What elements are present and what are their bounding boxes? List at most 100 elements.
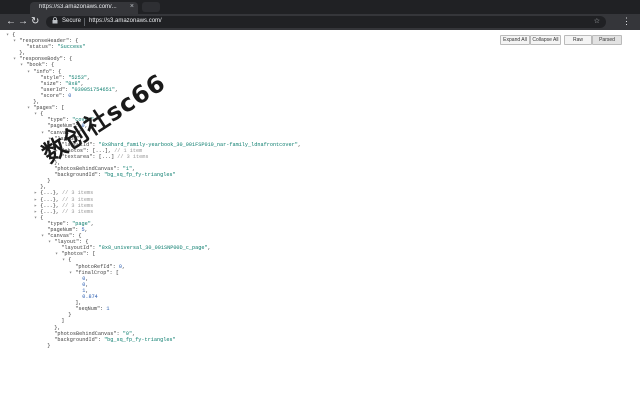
json-key: "layout" xyxy=(54,239,80,246)
json-comment: // 1 item xyxy=(114,147,143,154)
json-key: "layoutId" xyxy=(61,245,93,252)
json-comment: // 3 items xyxy=(62,190,94,197)
json-punctuation: {...}, xyxy=(40,208,63,215)
address-toolbar: ← → ↻ Secure https://s3.amazonaws.com/ ☆… xyxy=(0,14,640,30)
json-punctuation: , xyxy=(132,330,136,337)
json-punctuation: ] xyxy=(61,318,65,325)
json-punctuation: , xyxy=(80,80,84,87)
json-key: "photoRefId" xyxy=(75,263,113,270)
json-punctuation: , xyxy=(297,141,301,148)
raw-view-button[interactable]: Raw xyxy=(564,35,592,45)
json-punctuation: }, xyxy=(40,184,47,191)
json-key: "style" xyxy=(40,74,63,81)
json-comment: // 3 items xyxy=(62,196,94,203)
json-key: "backgroundId" xyxy=(54,172,98,179)
json-punctuation: { xyxy=(12,32,16,38)
json-punctuation: : [...], xyxy=(86,147,115,154)
reload-icon[interactable]: ↻ xyxy=(31,16,39,28)
parsed-view-button[interactable]: Parsed xyxy=(592,35,622,45)
json-string-value: "8x8hard_family-yearbook_30_001FSP010_na… xyxy=(98,141,298,148)
json-punctuation: : { xyxy=(79,239,89,246)
json-number-value: 0 xyxy=(68,92,72,99)
json-string-value: "8x8_universal_30_001SNP00D_c_page" xyxy=(98,245,208,252)
json-key: "responseHeader" xyxy=(19,38,70,45)
json-punctuation: : [...] xyxy=(92,153,118,160)
back-arrow-icon[interactable]: ← xyxy=(6,16,16,28)
json-punctuation: : [ xyxy=(109,269,119,276)
json-key: "userId" xyxy=(40,86,66,93)
browser-tab[interactable]: https://s3.amazonaws.com/... × xyxy=(30,2,138,14)
json-key: "canvas" xyxy=(47,233,73,240)
json-key: "score" xyxy=(40,92,63,99)
forward-arrow-icon[interactable]: → xyxy=(18,16,28,28)
json-punctuation: ], xyxy=(75,300,82,307)
json-punctuation: { xyxy=(40,214,44,221)
json-punctuation: {...}, xyxy=(40,196,63,203)
json-key: "info" xyxy=(33,68,52,75)
json-key: "book" xyxy=(26,62,45,69)
json-punctuation: , xyxy=(207,245,211,252)
json-key: "pages" xyxy=(33,105,56,112)
json-string-value: "0" xyxy=(122,330,133,337)
json-key: "responseBody" xyxy=(19,56,63,63)
collapse-all-button[interactable]: Collapse All xyxy=(530,35,561,45)
json-punctuation: : { xyxy=(69,38,79,45)
url-text[interactable]: https://s3.amazonaws.com/ xyxy=(89,18,162,24)
json-punctuation: }, xyxy=(19,50,26,57)
json-line: } xyxy=(6,343,496,349)
json-string-value: "bg_sq_fp_fy-triangles" xyxy=(104,172,176,179)
json-punctuation: , xyxy=(85,281,89,288)
json-punctuation: }, xyxy=(54,324,61,331)
json-comment: // 3 items xyxy=(117,153,149,160)
json-key: "photos" xyxy=(61,251,87,258)
json-punctuation: , xyxy=(85,287,89,294)
browser-menu-icon[interactable]: ⋮ xyxy=(622,16,631,27)
json-punctuation: , xyxy=(84,227,88,233)
json-punctuation: : { xyxy=(44,62,55,69)
json-tree-viewer: ▾ {▾ "responseHeader": { "status": "Succ… xyxy=(6,32,496,349)
json-punctuation: {...}, xyxy=(40,190,63,197)
json-punctuation: , xyxy=(85,275,89,282)
address-divider xyxy=(84,18,85,26)
json-punctuation: , xyxy=(132,166,136,173)
json-string-value: "5253" xyxy=(68,74,87,81)
json-punctuation: } xyxy=(47,178,51,185)
json-string-value: "bg_sq_fp_fy-triangles" xyxy=(104,336,176,343)
json-punctuation: , xyxy=(121,263,126,270)
json-punctuation: {...}, xyxy=(40,202,63,209)
new-tab-button[interactable] xyxy=(142,2,160,12)
json-punctuation: : { xyxy=(72,233,82,240)
json-punctuation: } xyxy=(47,342,51,349)
json-punctuation: } xyxy=(68,312,72,319)
json-punctuation: : [ xyxy=(86,251,96,258)
json-key: "photosBehindCanvas" xyxy=(54,166,117,173)
json-key: "pageNum" xyxy=(47,227,76,233)
json-key: "backgroundId" xyxy=(54,336,98,343)
json-key: "status" xyxy=(26,44,52,51)
address-bar[interactable]: Secure https://s3.amazonaws.com/ ☆ xyxy=(46,16,606,28)
json-punctuation: , xyxy=(90,220,94,227)
json-punctuation: : { xyxy=(51,68,62,75)
json-key: "type" xyxy=(47,220,66,227)
json-key: "size" xyxy=(40,80,59,87)
tab-title: https://s3.amazonaws.com/... xyxy=(39,4,117,10)
expand-all-button[interactable]: Expand All xyxy=(500,35,530,45)
bookmark-star-icon[interactable]: ☆ xyxy=(594,17,600,25)
json-number-value: 0.874 xyxy=(82,294,98,301)
json-punctuation: }, xyxy=(33,99,40,106)
json-punctuation: : { xyxy=(62,56,73,63)
browser-tab-strip: https://s3.amazonaws.com/... × xyxy=(0,0,640,18)
json-string-value: "page" xyxy=(72,220,91,227)
json-string-value: "1" xyxy=(122,166,133,173)
json-punctuation: : [ xyxy=(55,105,65,112)
json-comment: // 3 items xyxy=(62,202,94,209)
close-tab-icon[interactable]: × xyxy=(130,3,134,10)
json-string-value: "8x8" xyxy=(65,80,81,87)
lock-icon xyxy=(52,17,58,26)
json-key: "seqNum" xyxy=(75,306,101,313)
json-number-value: 1 xyxy=(106,306,110,313)
security-label: Secure xyxy=(62,18,82,24)
json-comment: // 3 items xyxy=(62,208,94,215)
json-punctuation: , xyxy=(86,74,91,81)
json-punctuation: { xyxy=(40,111,44,118)
